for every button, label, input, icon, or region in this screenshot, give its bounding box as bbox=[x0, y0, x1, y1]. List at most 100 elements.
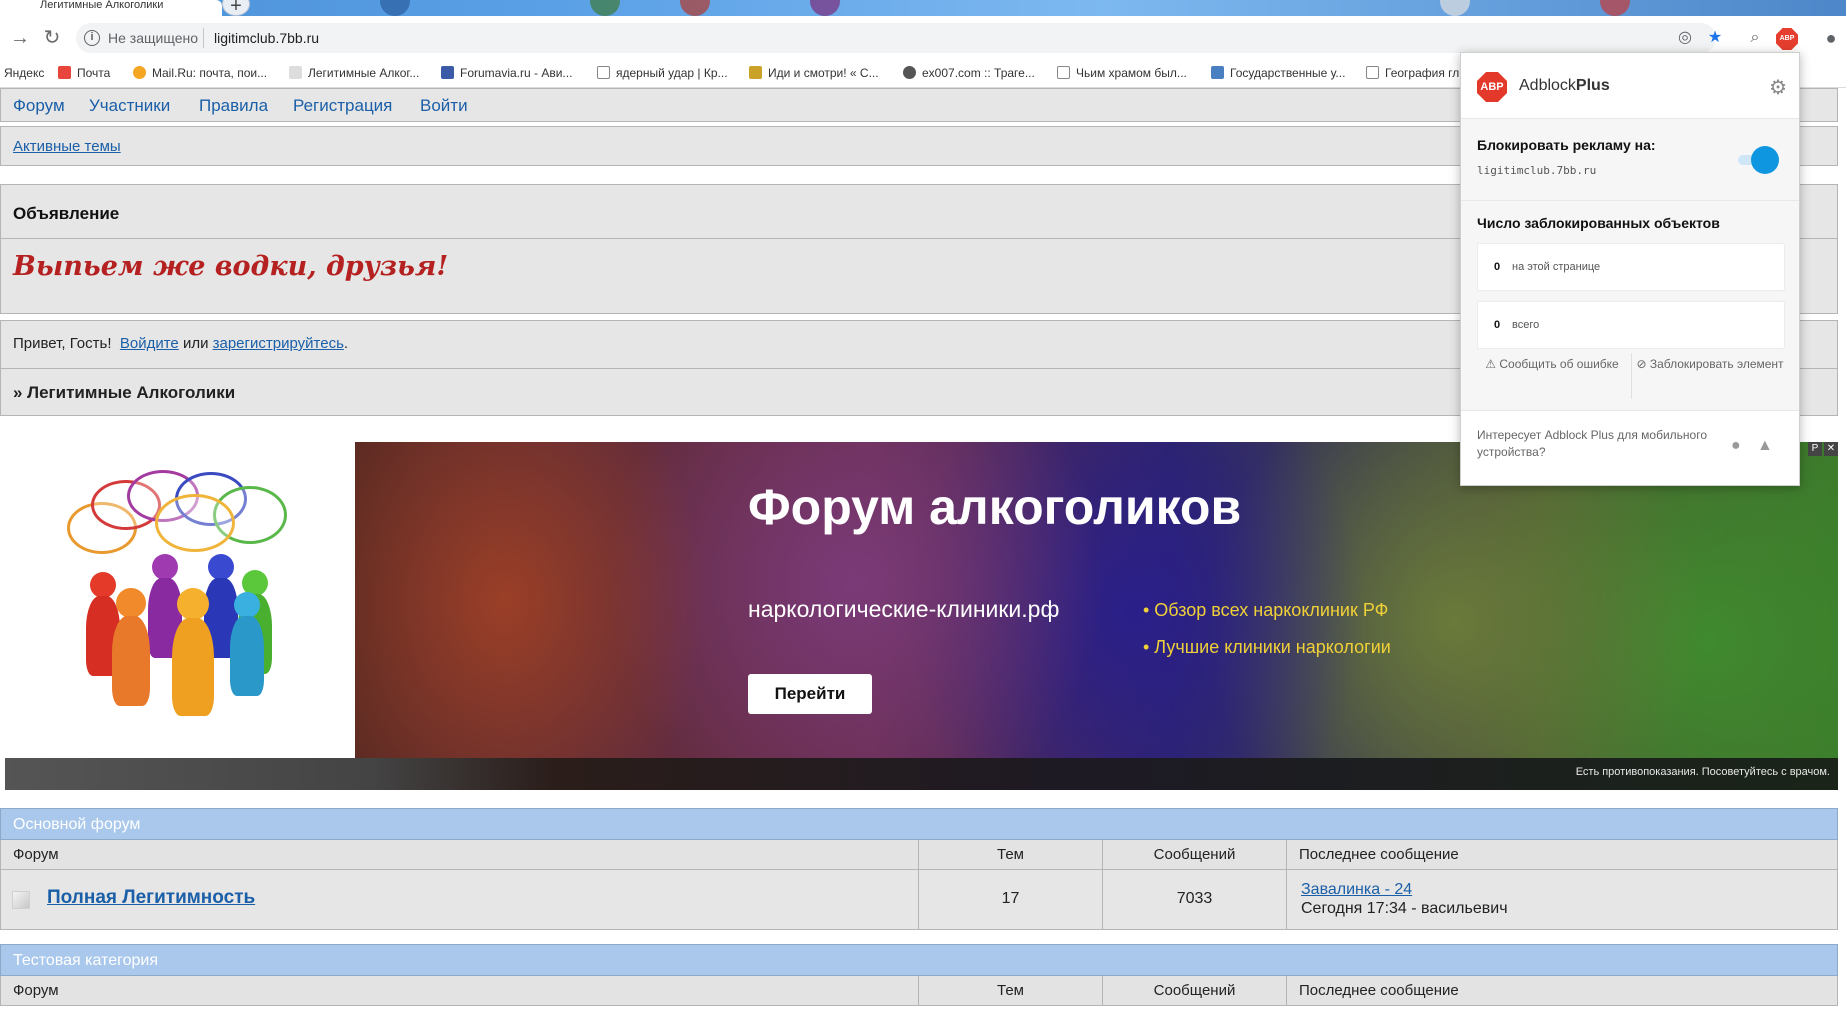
adblock-extension-icon[interactable]: ABP bbox=[1776, 28, 1798, 50]
block-domain: ligitimclub.7bb.ru bbox=[1477, 164, 1597, 177]
table-header: Форум Тем Сообщений Последнее сообщение bbox=[0, 976, 1838, 1006]
warning-icon: ⚠ bbox=[1485, 357, 1497, 371]
column-header: Тем bbox=[919, 976, 1103, 1005]
new-tab-button[interactable]: + bbox=[222, 0, 250, 17]
last-topic-link[interactable]: Завалинка - 24 bbox=[1301, 881, 1412, 898]
forward-arrow-icon[interactable]: → bbox=[8, 26, 32, 50]
forum-status-icon bbox=[12, 891, 30, 909]
page-blocked-label: на этой странице bbox=[1512, 261, 1601, 273]
last-post-info: Сегодня 17:34 - васильевич bbox=[1301, 900, 1508, 917]
menu-forum[interactable]: Форум bbox=[13, 96, 65, 116]
bookmark-item[interactable]: Почта bbox=[58, 66, 110, 80]
column-header: Форум bbox=[1, 840, 919, 869]
column-header: Тем bbox=[919, 840, 1103, 869]
background-decoration bbox=[1600, 0, 1630, 16]
table-header: Форум Тем Сообщений Последнее сообщение bbox=[0, 840, 1838, 870]
background-decoration bbox=[680, 0, 710, 16]
ad-bullet: • Обзор всех наркоклиник РФ bbox=[1143, 600, 1389, 620]
block-icon: ⊘ bbox=[1636, 357, 1647, 371]
bookmark-item[interactable]: Forumavia.ru - Ави... bbox=[441, 66, 572, 80]
search-icon[interactable]: ⌕ bbox=[1744, 27, 1766, 49]
security-status[interactable]: Не защищено bbox=[108, 30, 198, 46]
bookmark-item[interactable]: Яндекс bbox=[4, 66, 44, 80]
person-figure bbox=[169, 588, 217, 718]
info-icon[interactable]: i bbox=[84, 30, 100, 46]
blocked-cookies-icon[interactable]: ◎ bbox=[1674, 27, 1696, 49]
topics-count: 17 bbox=[919, 870, 1103, 929]
action-divider bbox=[1631, 353, 1632, 399]
ad-title[interactable]: Форум алкоголиков bbox=[748, 478, 1241, 536]
announcement-title: Объявление bbox=[13, 204, 120, 223]
bookmark-item[interactable]: География гл bbox=[1366, 66, 1459, 80]
person-figure bbox=[109, 588, 153, 708]
total-blocked-label: всего bbox=[1512, 319, 1540, 331]
block-toggle[interactable] bbox=[1751, 146, 1779, 174]
forum-link[interactable]: Полная Легитимность bbox=[47, 887, 255, 909]
ad-banner[interactable]: Форум алкоголиков наркологические-клиник… bbox=[5, 442, 1838, 790]
breadcrumb: » Легитимные Алкоголики bbox=[13, 383, 236, 402]
ad-bullet: • Лучшие клиники наркологии bbox=[1143, 637, 1391, 657]
address-bar[interactable]: i Не защищено ligitimclub.7bb.ru bbox=[76, 23, 1716, 53]
guest-greeting: Привет, Гость! Войдите или зарегистрируй… bbox=[13, 335, 349, 352]
register-link[interactable]: зарегистрируйтесь bbox=[213, 335, 344, 352]
android-icon[interactable]: ▲ bbox=[1757, 437, 1773, 455]
ad-label-icon[interactable]: Р bbox=[1808, 442, 1822, 456]
reload-icon[interactable]: ↻ bbox=[40, 26, 64, 50]
ad-close-icon[interactable]: ✕ bbox=[1824, 442, 1838, 456]
crown-icon bbox=[749, 66, 762, 79]
ad-illustration bbox=[5, 442, 355, 758]
column-header: Последнее сообщение bbox=[1299, 982, 1459, 999]
gear-icon[interactable]: ⚙ bbox=[1769, 75, 1787, 100]
menu-login[interactable]: Войти bbox=[420, 96, 468, 116]
bookmark-star-icon[interactable]: ★ bbox=[1704, 27, 1726, 49]
forum-cell: Полная Легитимность bbox=[1, 870, 919, 929]
tab-strip: Легитимные Алкоголики + bbox=[0, 0, 1846, 17]
posts-count: 7033 bbox=[1103, 870, 1287, 929]
profile-icon[interactable]: ● bbox=[1820, 27, 1842, 49]
mobile-promo[interactable]: Интересует Adblock Plus для мобильного у… bbox=[1477, 427, 1717, 461]
bookmark-item[interactable]: Государственные у... bbox=[1211, 66, 1345, 80]
apple-icon[interactable]: ● bbox=[1731, 437, 1741, 455]
category-header: Тестовая категория bbox=[0, 944, 1838, 976]
background-decoration bbox=[1440, 0, 1470, 16]
column-header: Форум bbox=[1, 976, 919, 1005]
forum-favicon-icon bbox=[289, 66, 302, 79]
login-link[interactable]: Войдите bbox=[120, 335, 179, 352]
page-icon bbox=[597, 66, 610, 79]
bookmark-item[interactable]: Иди и смотри! « С... bbox=[749, 66, 879, 80]
category-header: Основной форум bbox=[0, 808, 1838, 840]
bookmark-item[interactable]: Чьим храмом был... bbox=[1057, 66, 1187, 80]
bookmark-item[interactable]: ядерный удар | Кр... bbox=[597, 66, 728, 80]
omnibox-divider bbox=[203, 28, 204, 48]
background-decoration bbox=[380, 0, 410, 16]
menu-register[interactable]: Регистрация bbox=[293, 96, 392, 116]
menu-rules[interactable]: Правила bbox=[199, 96, 268, 116]
adblock-popup: ABP AdblockPlus ⚙ Блокировать рекламу на… bbox=[1460, 52, 1800, 486]
url-text[interactable]: ligitimclub.7bb.ru bbox=[214, 30, 319, 46]
background-decoration bbox=[810, 0, 840, 16]
ad-disclaimer: Есть противопоказания. Посоветуйтесь с в… bbox=[1575, 766, 1830, 778]
ad-go-button[interactable]: Перейти bbox=[748, 674, 872, 714]
ad-footer-strip bbox=[5, 758, 1838, 790]
speech-bubble-icon bbox=[155, 494, 235, 552]
forumavia-icon bbox=[441, 66, 454, 79]
page-icon bbox=[1057, 66, 1070, 79]
report-issue-button[interactable]: ⚠ Сообщить об ошибке bbox=[1477, 357, 1627, 371]
mailru-icon bbox=[133, 66, 146, 79]
page-blocked-card: 0 на этой странице bbox=[1477, 243, 1785, 291]
page-icon bbox=[1366, 66, 1379, 79]
ad-bullets: • Обзор всех наркоклиник РФ • Лучшие кли… bbox=[1143, 592, 1391, 666]
bookmark-item[interactable]: Легитимные Алког... bbox=[289, 66, 419, 80]
announcement-text: Выпьем же водки, друзья! bbox=[13, 251, 449, 282]
bookmark-item[interactable]: ex007.com :: Траге... bbox=[903, 66, 1035, 80]
active-topics-link[interactable]: Активные темы bbox=[13, 138, 121, 155]
ad-site[interactable]: наркологические-клиники.рф bbox=[748, 596, 1059, 623]
total-blocked-count: 0 bbox=[1494, 319, 1501, 331]
globe-icon bbox=[903, 66, 916, 79]
browser-tab[interactable]: Легитимные Алкоголики bbox=[0, 0, 222, 16]
block-element-button[interactable]: ⊘ Заблокировать элемент bbox=[1635, 357, 1785, 371]
bookmark-item[interactable]: Mail.Ru: почта, пои... bbox=[133, 66, 267, 80]
column-header: Сообщений bbox=[1103, 840, 1287, 869]
menu-members[interactable]: Участники bbox=[89, 96, 170, 116]
gov-icon bbox=[1211, 66, 1224, 79]
